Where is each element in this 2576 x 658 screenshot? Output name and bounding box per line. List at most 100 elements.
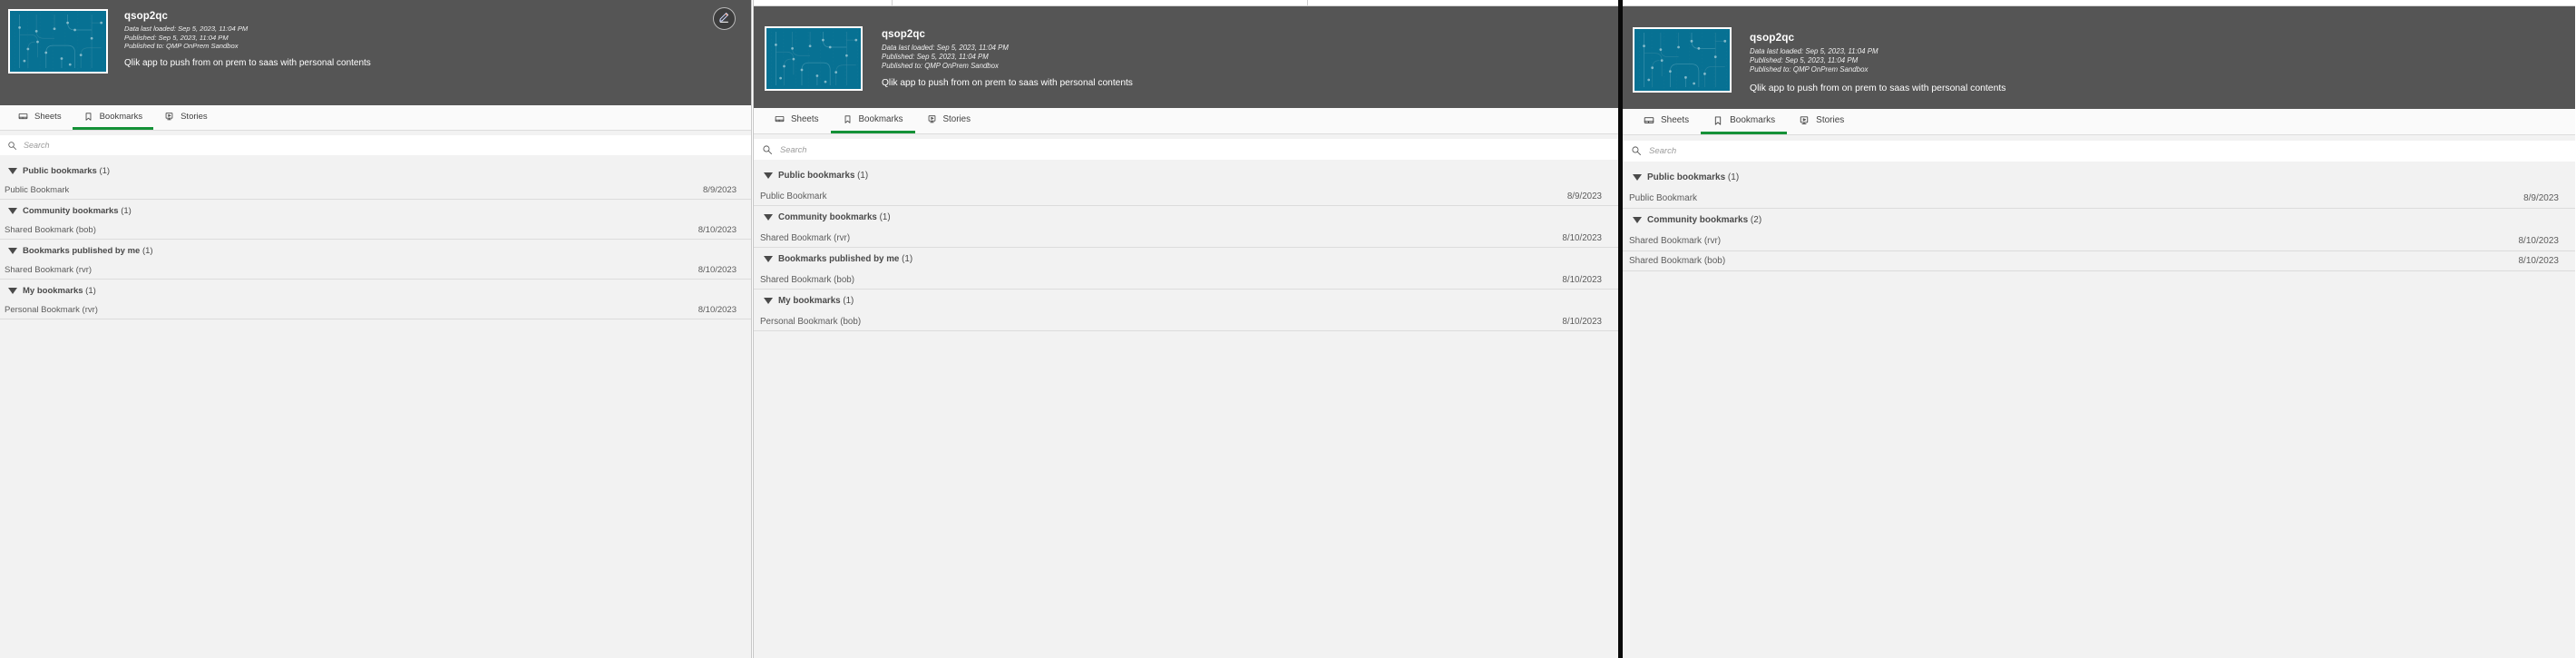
bookmark-list: Public bookmarks (1) Public Bookmark 8/9/2… [1623,166,2575,658]
bookmark-group-header[interactable]: Community bookmarks (1) [0,200,751,221]
bookmark-date: 8/10/2023 [2518,236,2560,246]
sheets-icon [1644,115,1654,126]
bookmark-group-header[interactable]: Bookmarks published by me (1) [754,248,1618,270]
caret-down-icon [8,247,17,254]
bookmark-group-header[interactable]: Public bookmarks (1) [1623,166,2575,189]
tab-sheets[interactable]: Sheets [7,105,73,130]
bookmark-row[interactable]: Shared Bookmark (bob) 8/10/2023 [754,270,1618,290]
bookmark-date: 8/10/2023 [698,305,737,315]
tab-stories[interactable]: Stories [153,105,219,130]
meta-published-to: Published to: QMP OnPrem Sandbox [1750,65,1869,74]
caret-down-icon [764,172,773,179]
caret-down-icon [764,214,773,221]
bookmark-group-header[interactable]: Bookmarks published by me (1) [0,240,751,261]
bookmark-group-header[interactable]: Public bookmarks (1) [0,160,751,182]
browser-chrome-strip [754,0,1618,6]
bookmark-date: 8/10/2023 [698,225,737,235]
search-input[interactable]: Search [1623,140,2575,162]
tab-bookmarks[interactable]: Bookmarks [830,108,915,133]
bookmark-group-count: (1) [879,212,891,222]
bookmark-row[interactable]: Public Bookmark 8/9/2023 [754,187,1618,206]
bookmark-group-count: (1) [843,296,854,306]
app-thumbnail-image [10,11,106,72]
panel-left: qsop2qc Data last loaded: Sep 5, 2023, 11… [0,0,751,658]
bookmark-group-label: Public bookmarks [778,171,855,181]
tab-label: Stories [942,114,971,124]
bookmark-group-count: (1) [85,285,96,296]
bookmark-group-count: (1) [141,245,153,256]
tab-sheets[interactable]: Sheets [1632,109,1701,134]
tab-bookmarks[interactable]: Bookmarks [72,105,154,130]
search-input[interactable]: Search [754,139,1618,160]
search-icon [7,141,24,151]
tab-label: Sheets [34,111,62,122]
bookmark-name: Shared Bookmark (rvr) [760,232,851,243]
bookmark-group-label: Public bookmarks [1647,172,1726,182]
bookmark-group-header[interactable]: Public bookmarks (1) [754,164,1618,187]
meta-published-to: Published to: QMP OnPrem Sandbox [882,61,999,70]
app-header: qsop2qc Data last loaded: Sep 5, 2023, 11… [754,6,1618,108]
app-header: qsop2qc Data last loaded: Sep 5, 2023, 11… [0,0,751,105]
bookmark-date: 8/10/2023 [1562,232,1602,243]
bookmark-row[interactable]: Shared Bookmark (bob) 8/10/2023 [1623,251,2575,271]
meta-data-last-loaded: Data last loaded: Sep 5, 2023, 11:04 PM [882,44,1009,52]
bookmark-group-header[interactable]: My bookmarks (1) [0,280,751,301]
search-zone: Search [1623,135,2575,166]
bookmark-group-header[interactable]: My bookmarks (1) [754,290,1618,312]
tab-label: Sheets [791,114,819,124]
app-thumbnail [8,9,108,74]
tab-sheets[interactable]: Sheets [763,108,831,133]
edit-app-button[interactable] [713,7,736,30]
bookmark-row[interactable]: Shared Bookmark (rvr) 8/10/2023 [754,229,1618,248]
bookmark-row[interactable]: Personal Bookmark (rvr) 8/10/2023 [0,301,751,319]
bookmark-group-count: (2) [1750,215,1762,225]
tab-stories[interactable]: Stories [1787,109,1856,134]
app-meta: qsop2qc Data last loaded: Sep 5, 2023, 11… [1750,31,2575,93]
bookmark-date: 8/10/2023 [2518,256,2560,266]
bookmark-date: 8/10/2023 [1562,316,1602,327]
bookmark-row[interactable]: Public Bookmark 8/9/2023 [0,182,751,200]
tab-stories[interactable]: Stories [915,108,983,133]
app-title: qsop2qc [124,11,168,22]
bookmark-date: 8/10/2023 [698,265,737,275]
bookmark-group-label: My bookmarks [23,285,83,296]
search-input[interactable]: Search [0,135,751,155]
pencil-icon [717,10,731,28]
bookmark-name: Public Bookmark [760,191,827,201]
bookmark-icon [843,114,853,124]
bookmark-name: Shared Bookmark (rvr) [5,265,93,275]
meta-published: Published: Sep 5, 2023, 11:04 PM [882,52,989,61]
browser-chrome-strip [1623,0,2575,6]
bookmark-name: Personal Bookmark (bob) [760,316,862,327]
app-description: Qlik app to push from on prem to saas wi… [882,78,1133,89]
app-meta: qsop2qc Data last loaded: Sep 5, 2023, 11… [124,11,751,68]
tab-label: Bookmarks [99,111,143,122]
bookmark-name: Shared Bookmark (bob) [1629,256,1726,266]
bookmark-row[interactable]: Public Bookmark 8/9/2023 [1623,189,2575,209]
bookmark-row[interactable]: Shared Bookmark (bob) 8/10/2023 [0,221,751,240]
caret-down-icon [1633,174,1642,181]
bookmark-group-count: (1) [902,254,913,264]
bookmark-date: 8/9/2023 [1566,191,1602,201]
chrome-tick [892,0,893,5]
story-icon [1799,115,1810,126]
app-header: qsop2qc Data last loaded: Sep 5, 2023, 11… [1623,6,2575,109]
app-thumbnail [765,26,863,91]
bookmark-group-label: Community bookmarks [778,212,877,222]
bookmark-group-label: Bookmarks published by me [778,254,900,264]
bookmark-row[interactable]: Shared Bookmark (rvr) 8/10/2023 [0,261,751,280]
app-description: Qlik app to push from on prem to saas wi… [124,57,371,68]
bookmark-name: Public Bookmark [1629,193,1698,203]
app-thumbnail-image [766,28,861,89]
story-icon [927,114,937,124]
bookmark-group-header[interactable]: Community bookmarks (2) [1623,209,2575,231]
bookmark-row[interactable]: Personal Bookmark (bob) 8/10/2023 [754,312,1618,331]
bookmark-group-count: (1) [857,171,869,181]
app-title: qsop2qc [882,29,925,40]
bookmark-group-header[interactable]: Community bookmarks (1) [754,206,1618,229]
tab-bookmarks[interactable]: Bookmarks [1701,109,1788,134]
meta-data-last-loaded: Data last loaded: Sep 5, 2023, 11:04 PM [124,25,249,33]
bookmark-date: 8/9/2023 [2523,193,2559,203]
bookmark-row[interactable]: Shared Bookmark (rvr) 8/10/2023 [1623,231,2575,251]
tab-bar: Sheets Bookmarks Stories [754,108,1618,134]
